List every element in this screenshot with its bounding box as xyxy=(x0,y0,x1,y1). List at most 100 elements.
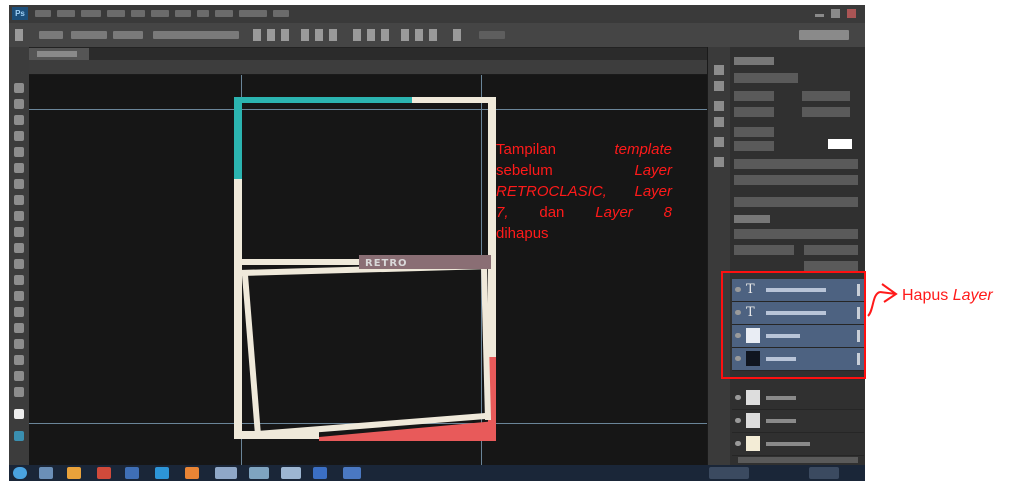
menu-item[interactable] xyxy=(197,10,209,17)
opentype-buttons[interactable] xyxy=(734,175,858,185)
menu-item[interactable] xyxy=(273,10,289,17)
layer-row[interactable] xyxy=(732,433,864,456)
type-style-buttons[interactable] xyxy=(734,159,858,169)
eraser-tool-icon[interactable] xyxy=(14,243,24,253)
actions-panel-icon[interactable] xyxy=(714,81,724,91)
canvas[interactable]: RETRO xyxy=(29,75,707,465)
eyedropper-tool-icon[interactable] xyxy=(14,163,24,173)
shape-tool-icon[interactable] xyxy=(14,355,24,365)
healing-tool-icon[interactable] xyxy=(14,179,24,189)
option-field[interactable] xyxy=(39,31,63,39)
font-family-field[interactable] xyxy=(734,73,798,83)
type-tool-icon[interactable] xyxy=(14,323,24,333)
taskbar-app-icon[interactable] xyxy=(185,467,199,479)
menu-item[interactable] xyxy=(215,10,233,17)
align-icon[interactable] xyxy=(253,29,261,41)
distribute-icon[interactable] xyxy=(381,29,389,41)
eye-icon[interactable] xyxy=(735,418,741,423)
taskbar-app-icon[interactable] xyxy=(249,467,269,479)
option-field[interactable] xyxy=(71,31,107,39)
align-icon[interactable] xyxy=(329,29,337,41)
crop-tool-icon[interactable] xyxy=(14,147,24,157)
swatches-panel-icon[interactable] xyxy=(714,101,724,111)
distribute-icon[interactable] xyxy=(401,29,409,41)
layer-filter-field[interactable] xyxy=(734,229,858,239)
tool-preset-icon[interactable] xyxy=(15,29,23,41)
dodge-tool-icon[interactable] xyxy=(14,291,24,301)
pen-tool-icon[interactable] xyxy=(14,307,24,317)
option-field[interactable] xyxy=(113,31,143,39)
menu-item[interactable] xyxy=(131,10,145,17)
color-swatch[interactable] xyxy=(828,139,852,149)
blur-tool-icon[interactable] xyxy=(14,275,24,285)
layer-row[interactable] xyxy=(732,410,864,433)
baseline-field[interactable] xyxy=(734,141,774,151)
history-panel-icon[interactable] xyxy=(714,65,724,75)
eye-icon[interactable] xyxy=(735,441,741,446)
tracking-field[interactable] xyxy=(802,107,850,117)
foreground-color-swatch[interactable] xyxy=(14,409,24,419)
taskbar-app-icon[interactable] xyxy=(215,467,237,479)
menu-item[interactable] xyxy=(57,10,75,17)
taskbar-app-icon[interactable] xyxy=(67,467,81,479)
move-tool-icon[interactable] xyxy=(14,83,24,93)
distribute-icon[interactable] xyxy=(367,29,375,41)
blend-mode-field[interactable] xyxy=(734,245,794,255)
align-icon[interactable] xyxy=(315,29,323,41)
lasso-tool-icon[interactable] xyxy=(14,115,24,125)
option-field[interactable] xyxy=(153,31,239,39)
menu-item[interactable] xyxy=(107,10,125,17)
taskbar-app-icon[interactable] xyxy=(125,467,139,479)
tray-icon[interactable] xyxy=(709,467,749,479)
language-field[interactable] xyxy=(734,197,858,207)
menu-item[interactable] xyxy=(151,10,169,17)
taskbar-app-icon[interactable] xyxy=(343,467,361,479)
taskbar-app-icon[interactable] xyxy=(155,467,169,479)
quick-select-tool-icon[interactable] xyxy=(14,131,24,141)
3d-mode-icon[interactable] xyxy=(453,29,461,41)
kerning-field[interactable] xyxy=(734,107,774,117)
taskbar-app-icon[interactable] xyxy=(97,467,111,479)
leading-field[interactable] xyxy=(802,91,850,101)
menu-item[interactable] xyxy=(35,10,51,17)
menu-item[interactable] xyxy=(81,10,101,17)
fill-field[interactable] xyxy=(804,261,858,271)
distribute-icon[interactable] xyxy=(415,29,423,41)
gradient-tool-icon[interactable] xyxy=(14,259,24,269)
zoom-tool-icon[interactable] xyxy=(14,387,24,397)
menu-item[interactable] xyxy=(175,10,191,17)
align-icon[interactable] xyxy=(301,29,309,41)
minimize-icon[interactable] xyxy=(815,14,824,17)
layers-panel-tab[interactable] xyxy=(734,215,770,223)
paragraph-panel-icon[interactable] xyxy=(714,137,724,147)
eye-icon[interactable] xyxy=(735,395,741,400)
brush-panel-icon[interactable] xyxy=(714,117,724,127)
taskbar-app-icon[interactable] xyxy=(281,467,301,479)
distribute-icon[interactable] xyxy=(353,29,361,41)
align-icon[interactable] xyxy=(281,29,289,41)
character-panel-tab[interactable] xyxy=(734,57,774,65)
close-icon[interactable] xyxy=(847,9,856,18)
opacity-field[interactable] xyxy=(804,245,858,255)
layer-row[interactable] xyxy=(732,387,864,410)
document-tab[interactable] xyxy=(29,48,89,60)
font-size-field[interactable] xyxy=(734,91,774,101)
brush-tool-icon[interactable] xyxy=(14,195,24,205)
distribute-icon[interactable] xyxy=(429,29,437,41)
path-select-tool-icon[interactable] xyxy=(14,339,24,349)
clone-stamp-tool-icon[interactable] xyxy=(14,211,24,221)
start-button-icon[interactable] xyxy=(13,467,27,479)
taskbar-app-icon[interactable] xyxy=(313,467,327,479)
taskbar-app-icon[interactable] xyxy=(39,467,53,479)
history-brush-tool-icon[interactable] xyxy=(14,227,24,237)
scale-field[interactable] xyxy=(734,127,774,137)
clock[interactable] xyxy=(809,467,839,479)
hand-tool-icon[interactable] xyxy=(14,371,24,381)
quick-mask-icon[interactable] xyxy=(14,431,24,441)
workspace-switcher[interactable] xyxy=(799,30,849,40)
layer-panel-buttons[interactable] xyxy=(738,457,858,463)
align-icon[interactable] xyxy=(267,29,275,41)
character-panel-icon[interactable] xyxy=(714,157,724,167)
maximize-icon[interactable] xyxy=(831,9,840,18)
marquee-tool-icon[interactable] xyxy=(14,99,24,109)
